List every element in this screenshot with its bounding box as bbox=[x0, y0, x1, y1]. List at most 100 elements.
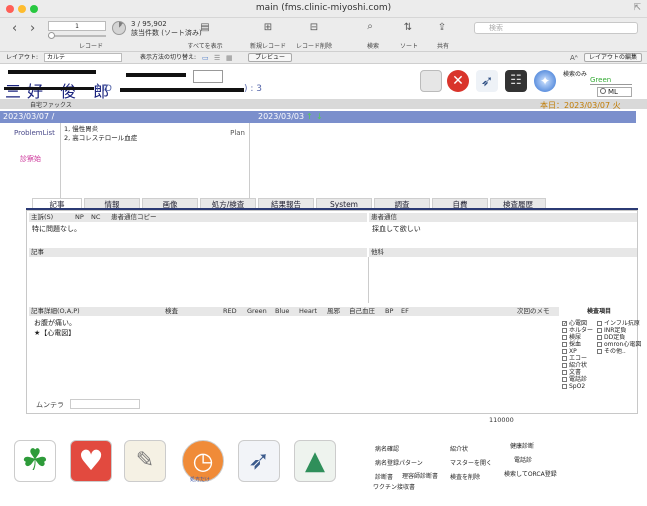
exam-checkbox-item[interactable]: 文書 bbox=[562, 369, 600, 376]
search-icon[interactable]: ⌕ bbox=[364, 22, 376, 32]
delete-record-icon[interactable]: ⊟ bbox=[308, 23, 320, 33]
checkbox-icon[interactable] bbox=[597, 328, 602, 333]
nc-label[interactable]: NC bbox=[91, 213, 100, 222]
down-arrow-icon[interactable]: ↓ bbox=[316, 112, 323, 121]
link-open-master[interactable]: マスターを開く bbox=[450, 457, 492, 471]
checkbox-icon[interactable] bbox=[562, 328, 567, 333]
np-label[interactable]: NP bbox=[75, 213, 84, 222]
search-input[interactable]: 検索 bbox=[474, 22, 638, 34]
ef-label[interactable]: EF bbox=[401, 307, 409, 316]
checkbox-icon[interactable] bbox=[562, 370, 567, 375]
link-disease-check[interactable]: 病名確認 bbox=[375, 443, 423, 457]
copy-comm-label[interactable]: 患者通信コピー bbox=[111, 213, 157, 222]
new-record-button[interactable]: 新規レコード bbox=[245, 41, 291, 50]
sort-button[interactable]: ソート bbox=[396, 41, 422, 50]
green-field[interactable]: Green bbox=[590, 76, 632, 85]
dolphin-app-icon[interactable]: ➶ bbox=[238, 440, 280, 482]
checkbox-icon[interactable]: ✓ bbox=[562, 321, 567, 327]
header-input-field[interactable] bbox=[193, 70, 223, 83]
link-phone-consult[interactable]: 電話診 bbox=[510, 454, 557, 468]
red-label[interactable]: RED bbox=[223, 307, 237, 316]
checkbox-icon[interactable] bbox=[562, 349, 567, 354]
list-view-icon[interactable]: ☰ bbox=[214, 52, 220, 64]
show-all-button[interactable]: すべてを表示 bbox=[180, 41, 230, 50]
record-slider-knob[interactable] bbox=[48, 32, 55, 39]
bp-label[interactable]: BP bbox=[385, 307, 393, 316]
link-delete-exam[interactable]: 検査を削除 bbox=[450, 471, 492, 485]
chief-complaint-text[interactable]: 特に問題なし。 bbox=[32, 224, 81, 234]
exam-checkbox-item[interactable]: ホルター bbox=[562, 327, 600, 334]
xray-icon[interactable]: ☷ bbox=[505, 70, 527, 92]
checkbox-icon[interactable] bbox=[562, 335, 567, 340]
blue-label[interactable]: Blue bbox=[275, 307, 289, 316]
exam-checkbox-item[interactable]: DD定負 bbox=[597, 334, 641, 341]
form-view-icon[interactable]: ▭ bbox=[202, 52, 209, 64]
safari-compass-icon[interactable]: ✦ bbox=[534, 70, 556, 92]
prev-record-icon[interactable]: ‹ bbox=[12, 21, 17, 36]
checkbox-icon[interactable] bbox=[597, 349, 602, 354]
delete-icon[interactable]: ✕ bbox=[447, 70, 469, 92]
problem-list[interactable]: 1, 慢性胃炎 2, 高コレステロール血症 Plan bbox=[60, 123, 250, 199]
checkbox-icon[interactable] bbox=[562, 377, 567, 382]
cold-label[interactable]: 風邪 bbox=[327, 307, 340, 316]
checkbox-label: 採血 bbox=[569, 341, 582, 348]
link-health-check[interactable]: 健康診断 bbox=[510, 440, 557, 454]
self-bp-label[interactable]: 自己血圧 bbox=[349, 307, 375, 316]
link-referral[interactable]: 紹介状 bbox=[450, 443, 492, 457]
fullscreen-icon[interactable]: ⇱ bbox=[633, 3, 641, 13]
link-vaccine-receipt[interactable]: ワクチン接収書 bbox=[373, 482, 415, 491]
detail-text-area[interactable]: お腹が痛い。 ★【心電図】 bbox=[34, 318, 76, 338]
clover-icon[interactable]: ☘ bbox=[14, 440, 56, 482]
up-arrow-icon[interactable]: ↑ bbox=[306, 112, 313, 121]
share-icon[interactable]: ⇪ bbox=[436, 23, 448, 33]
exam-checkbox-item[interactable]: 採血 bbox=[562, 341, 600, 348]
exam-checkbox-item[interactable]: SpO2 bbox=[562, 383, 600, 390]
link-disease-pattern[interactable]: 病名登録パターン bbox=[375, 457, 423, 471]
heart-icon[interactable]: ♥ bbox=[70, 440, 112, 482]
exam-checkbox-item[interactable]: 電話診 bbox=[562, 376, 600, 383]
heart-label[interactable]: Heart bbox=[299, 307, 317, 316]
checkbox-icon[interactable] bbox=[562, 342, 567, 347]
checkbox-icon[interactable] bbox=[597, 342, 602, 347]
text-format-icon[interactable]: Aᴬ bbox=[570, 52, 578, 64]
link-orca-register[interactable]: 検索してORCA登録 bbox=[504, 468, 557, 482]
preview-button[interactable]: プレビュー bbox=[248, 53, 292, 62]
edit-layout-button[interactable]: レイアウトの編集 bbox=[584, 53, 642, 62]
next-record-icon[interactable]: › bbox=[30, 21, 35, 36]
start-exam-link[interactable]: 診察始 bbox=[20, 154, 41, 164]
link-barber-certificate[interactable]: 理容師診断書 bbox=[402, 471, 438, 482]
exam-checkbox-item[interactable]: omron心電図 bbox=[597, 341, 641, 348]
green-label[interactable]: Green bbox=[247, 307, 267, 316]
patient-comm-text[interactable]: 採血して欲しい bbox=[372, 224, 421, 234]
record-slider[interactable] bbox=[48, 35, 106, 37]
exam-checkbox-item[interactable]: 検尿 bbox=[562, 334, 600, 341]
checkbox-icon[interactable] bbox=[597, 321, 602, 326]
dolphin-icon[interactable]: ➶ bbox=[476, 70, 498, 92]
pyramid-icon[interactable]: ▲ bbox=[294, 440, 336, 482]
checkbox-icon[interactable] bbox=[562, 356, 567, 361]
new-record-icon[interactable]: ⊞ bbox=[262, 23, 274, 33]
exam-checkbox-item[interactable]: インフル抗原 bbox=[597, 320, 641, 327]
exam-checkbox-item[interactable]: エコー bbox=[562, 355, 600, 362]
table-view-icon[interactable]: ▦ bbox=[226, 52, 233, 64]
document-icon[interactable] bbox=[420, 70, 442, 92]
show-all-icon[interactable]: ▤ bbox=[199, 23, 211, 33]
ml-radio[interactable]: ML bbox=[597, 87, 632, 97]
muntera-field[interactable] bbox=[70, 399, 140, 409]
checkbox-icon[interactable] bbox=[597, 335, 602, 340]
exam-checkbox-item[interactable]: その他.. bbox=[597, 348, 641, 355]
delete-record-button[interactable]: レコード削除 bbox=[292, 41, 336, 50]
checkbox-icon[interactable] bbox=[562, 384, 567, 389]
notepad-icon[interactable]: ✎ bbox=[124, 440, 166, 482]
sort-icon[interactable]: ⇅ bbox=[402, 23, 414, 33]
exam-checkbox-item[interactable]: ✓ 心電図 bbox=[562, 320, 600, 327]
exam-checkbox-item[interactable]: 紹介状 bbox=[562, 362, 600, 369]
exam-checkbox-item[interactable]: XP bbox=[562, 348, 600, 355]
exam-checkbox-item[interactable]: INR定負 bbox=[597, 327, 641, 334]
share-button[interactable]: 共有 bbox=[430, 41, 456, 50]
layout-select[interactable]: カルテ bbox=[44, 53, 122, 62]
record-number-field[interactable]: 1 bbox=[48, 21, 106, 31]
checkbox-icon[interactable] bbox=[562, 363, 567, 368]
ml-radio-icon[interactable] bbox=[600, 88, 606, 94]
search-button[interactable]: 検索 bbox=[360, 41, 386, 50]
